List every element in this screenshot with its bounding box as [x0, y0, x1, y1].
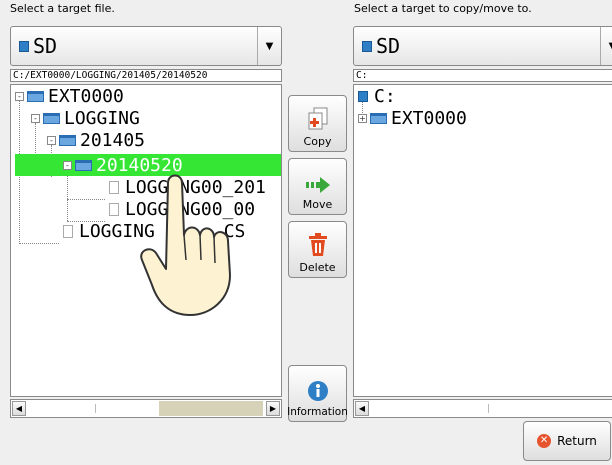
move-button[interactable]: Move: [288, 158, 347, 215]
source-path: C:/EXT0000/LOGGING/201405/20140520: [10, 69, 282, 82]
source-drive-value: SD: [33, 34, 58, 58]
trash-icon: [308, 233, 328, 257]
scroll-left-button[interactable]: ◀: [12, 401, 26, 416]
collapse-icon[interactable]: -: [31, 113, 40, 123]
right-panel-label: Select a target to copy/move to.: [354, 2, 532, 15]
collapse-icon[interactable]: -: [47, 135, 56, 145]
tree-node-label: EXT0000: [48, 85, 124, 107]
tree-node-label: 201405: [80, 129, 146, 151]
arrow-right-icon: [305, 176, 331, 194]
copy-icon: [307, 107, 329, 131]
chevron-down-icon[interactable]: ▼: [257, 27, 281, 65]
delete-button-label: Delete: [299, 261, 336, 274]
source-horizontal-scrollbar[interactable]: ◀ ▶: [10, 399, 282, 418]
copy-button[interactable]: Copy: [288, 95, 347, 152]
scroll-left-button[interactable]: ◀: [355, 401, 369, 416]
scrollbar-thumb[interactable]: [159, 401, 263, 416]
file-icon: [109, 180, 119, 194]
info-icon: [307, 380, 329, 402]
sd-card-icon: [19, 40, 29, 52]
collapse-icon[interactable]: -: [63, 160, 72, 170]
information-button[interactable]: Information: [287, 365, 348, 422]
tree-node-ext0000[interactable]: + EXT0000: [358, 107, 467, 129]
scroll-right-button[interactable]: ▶: [266, 401, 280, 416]
file-icon: [109, 202, 119, 216]
file-icon: [63, 224, 73, 238]
sd-card-icon: [362, 40, 372, 52]
copy-button-label: Copy: [303, 135, 332, 148]
tree-node-ext0000[interactable]: - EXT0000: [15, 85, 124, 107]
tree-node-logging[interactable]: - LOGGING: [31, 107, 140, 129]
return-button[interactable]: ✕ Return: [523, 421, 611, 461]
information-button-label: Information: [287, 406, 348, 418]
folder-icon: [370, 112, 387, 124]
delete-button[interactable]: Delete: [288, 221, 347, 278]
return-button-label: Return: [557, 434, 597, 448]
tree-node-drive-c[interactable]: C:: [358, 85, 396, 107]
source-drive-dropdown[interactable]: SD ▼: [10, 26, 282, 66]
chevron-down-icon[interactable]: ▼: [600, 27, 612, 65]
tree-node-201405[interactable]: - 201405: [47, 129, 145, 151]
left-panel-label: Select a target file.: [10, 2, 115, 15]
target-folder-tree[interactable]: C: + EXT0000: [353, 84, 612, 397]
move-button-label: Move: [302, 198, 333, 211]
target-horizontal-scrollbar[interactable]: ◀: [353, 399, 612, 418]
tree-node-label: EXT0000: [391, 107, 467, 129]
target-drive-value: SD: [376, 34, 401, 58]
target-path: C:: [353, 69, 612, 82]
folder-icon: [59, 134, 76, 146]
collapse-icon[interactable]: -: [15, 91, 24, 101]
close-icon: ✕: [537, 434, 552, 448]
tree-node-label: LOGGING: [64, 107, 140, 129]
tree-node-label: C:: [374, 85, 396, 107]
folder-icon: [75, 159, 92, 171]
target-drive-dropdown[interactable]: SD ▼: [353, 26, 612, 66]
hand-pointer-icon: [140, 174, 231, 316]
folder-icon: [43, 112, 60, 124]
expand-icon[interactable]: +: [358, 113, 367, 123]
drive-icon: [358, 90, 368, 102]
folder-icon: [27, 90, 44, 102]
